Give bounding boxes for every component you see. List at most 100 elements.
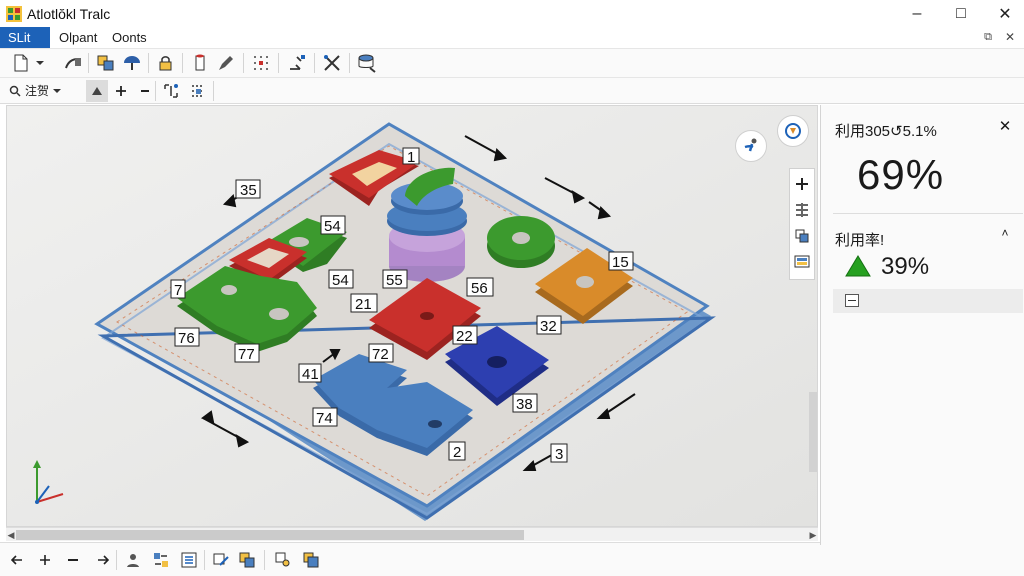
- copy-part-button[interactable]: [236, 549, 258, 571]
- zoom-in-button[interactable]: [110, 80, 132, 102]
- part-label: 2: [453, 444, 461, 461]
- label-tag: 22: [452, 325, 478, 345]
- copy-parts-button[interactable]: [95, 52, 117, 74]
- lock-button[interactable]: [155, 52, 177, 74]
- toolbar-separator: [314, 53, 315, 73]
- remove-button[interactable]: [62, 549, 84, 571]
- stack-icon: [303, 552, 319, 568]
- restore-document-button[interactable]: ⧉: [981, 30, 995, 44]
- tools-button[interactable]: [321, 52, 343, 74]
- layers-view-button[interactable]: [792, 225, 812, 247]
- new-file-button[interactable]: [10, 52, 32, 74]
- database-button[interactable]: [356, 52, 378, 74]
- toolbar-separator: [213, 81, 214, 101]
- part-label: 3: [555, 446, 563, 463]
- view-toolbar: 注贺: [0, 78, 1024, 104]
- stack-button[interactable]: [300, 549, 322, 571]
- plus-icon: [796, 178, 808, 190]
- panel-row[interactable]: [833, 289, 1023, 313]
- view-tools-panel: [789, 168, 815, 280]
- zoom-in-view-button[interactable]: [792, 173, 812, 195]
- add-button[interactable]: [34, 549, 56, 571]
- new-dropdown-button[interactable]: [34, 52, 46, 74]
- walk-mode-button[interactable]: [735, 130, 767, 162]
- part-label: 56: [471, 280, 488, 297]
- menu-item-olpant[interactable]: Olpant: [51, 27, 105, 49]
- list-button[interactable]: [178, 549, 200, 571]
- label-tag: 35: [235, 179, 261, 199]
- toolbar-separator: [182, 53, 183, 73]
- part-label: 74: [316, 410, 333, 427]
- menu-item-oonts[interactable]: Oonts: [104, 27, 155, 49]
- copy-parts-icon: [97, 55, 114, 71]
- toolbar-separator: [155, 81, 156, 101]
- grid-button[interactable]: [250, 52, 272, 74]
- cylinder-button[interactable]: [189, 52, 211, 74]
- indicator-value: 39%: [881, 253, 930, 280]
- scrollbar-thumb[interactable]: [16, 530, 524, 540]
- chevron-down-icon: [53, 88, 62, 93]
- search-parts-button[interactable]: [272, 549, 294, 571]
- shape-button[interactable]: [121, 52, 143, 74]
- minus-icon: [141, 90, 149, 92]
- select-mode-button[interactable]: [86, 80, 108, 102]
- close-document-button[interactable]: ✕: [1003, 30, 1017, 44]
- 3d-viewport[interactable]: 35 54 54 55 56 76 77 7 21 72 22 32 15 74…: [6, 105, 818, 527]
- lock-icon: [159, 56, 172, 71]
- maximize-button[interactable]: □: [942, 2, 980, 26]
- viewport-vertical-scrollbar[interactable]: [809, 392, 817, 472]
- bottom-toolbar: [0, 542, 1024, 576]
- nav-cube-button[interactable]: [777, 115, 809, 147]
- arrow-right-icon: [98, 555, 109, 565]
- search-icon: [9, 85, 21, 97]
- copy-part-icon: [239, 552, 255, 568]
- zoom-combo[interactable]: 注贺: [5, 80, 65, 101]
- zoom-out-button[interactable]: [134, 80, 156, 102]
- pen-button[interactable]: [215, 52, 237, 74]
- display-view-button[interactable]: [792, 251, 812, 273]
- person-icon: [744, 138, 757, 152]
- toolbar-separator: [278, 53, 279, 73]
- menu-item-slit[interactable]: SLit: [0, 27, 50, 49]
- utilization-panel: 利用305↺5.1% ✕ 69% 利用率! ˄ 39%: [820, 105, 1024, 545]
- minimize-button[interactable]: –: [898, 2, 936, 26]
- collapse-box-icon[interactable]: [845, 294, 859, 307]
- part-label: 21: [355, 296, 372, 313]
- section-title: 利用率!: [835, 232, 885, 249]
- user-button[interactable]: [122, 549, 144, 571]
- edit-part-button[interactable]: [210, 549, 232, 571]
- move-left-button[interactable]: [6, 549, 28, 571]
- plus-icon: [40, 555, 50, 565]
- move-right-button[interactable]: [92, 549, 114, 571]
- rearrange-icon: [154, 553, 168, 567]
- scroll-left-icon[interactable]: ◀: [6, 528, 16, 542]
- label-tag: 41: [298, 363, 322, 383]
- fit-view-icon: [164, 84, 178, 98]
- fit-view-button[interactable]: [160, 80, 182, 102]
- horizontal-scrollbar[interactable]: ◀ ▶: [6, 527, 818, 541]
- part-label: 38: [516, 396, 533, 413]
- toolbar-separator: [243, 53, 244, 73]
- part-label: 54: [324, 218, 341, 235]
- align-icon: [192, 85, 204, 97]
- toolbar-separator: [349, 53, 350, 73]
- rearrange-button[interactable]: [150, 549, 172, 571]
- close-window-button[interactable]: ✕: [986, 2, 1024, 26]
- minus-icon: [68, 559, 78, 561]
- move-button[interactable]: [286, 52, 308, 74]
- collapse-section-button[interactable]: ˄: [997, 226, 1013, 242]
- scroll-right-icon[interactable]: ▶: [808, 528, 818, 542]
- part-label: 35: [240, 182, 257, 199]
- toolbar-separator: [264, 550, 265, 570]
- zoom-label: 注贺: [25, 84, 50, 98]
- import-button[interactable]: [62, 52, 84, 74]
- label-tag: 1: [402, 147, 420, 166]
- toolbar-separator: [148, 53, 149, 73]
- part-label: 7: [174, 282, 182, 299]
- align-button[interactable]: [187, 80, 209, 102]
- section-view-button[interactable]: [792, 199, 812, 221]
- label-tag: 72: [368, 343, 394, 363]
- panel-close-button[interactable]: ✕: [997, 119, 1013, 135]
- panel-title: 利用305↺5.1%: [835, 123, 937, 140]
- chevron-down-icon: [36, 61, 44, 65]
